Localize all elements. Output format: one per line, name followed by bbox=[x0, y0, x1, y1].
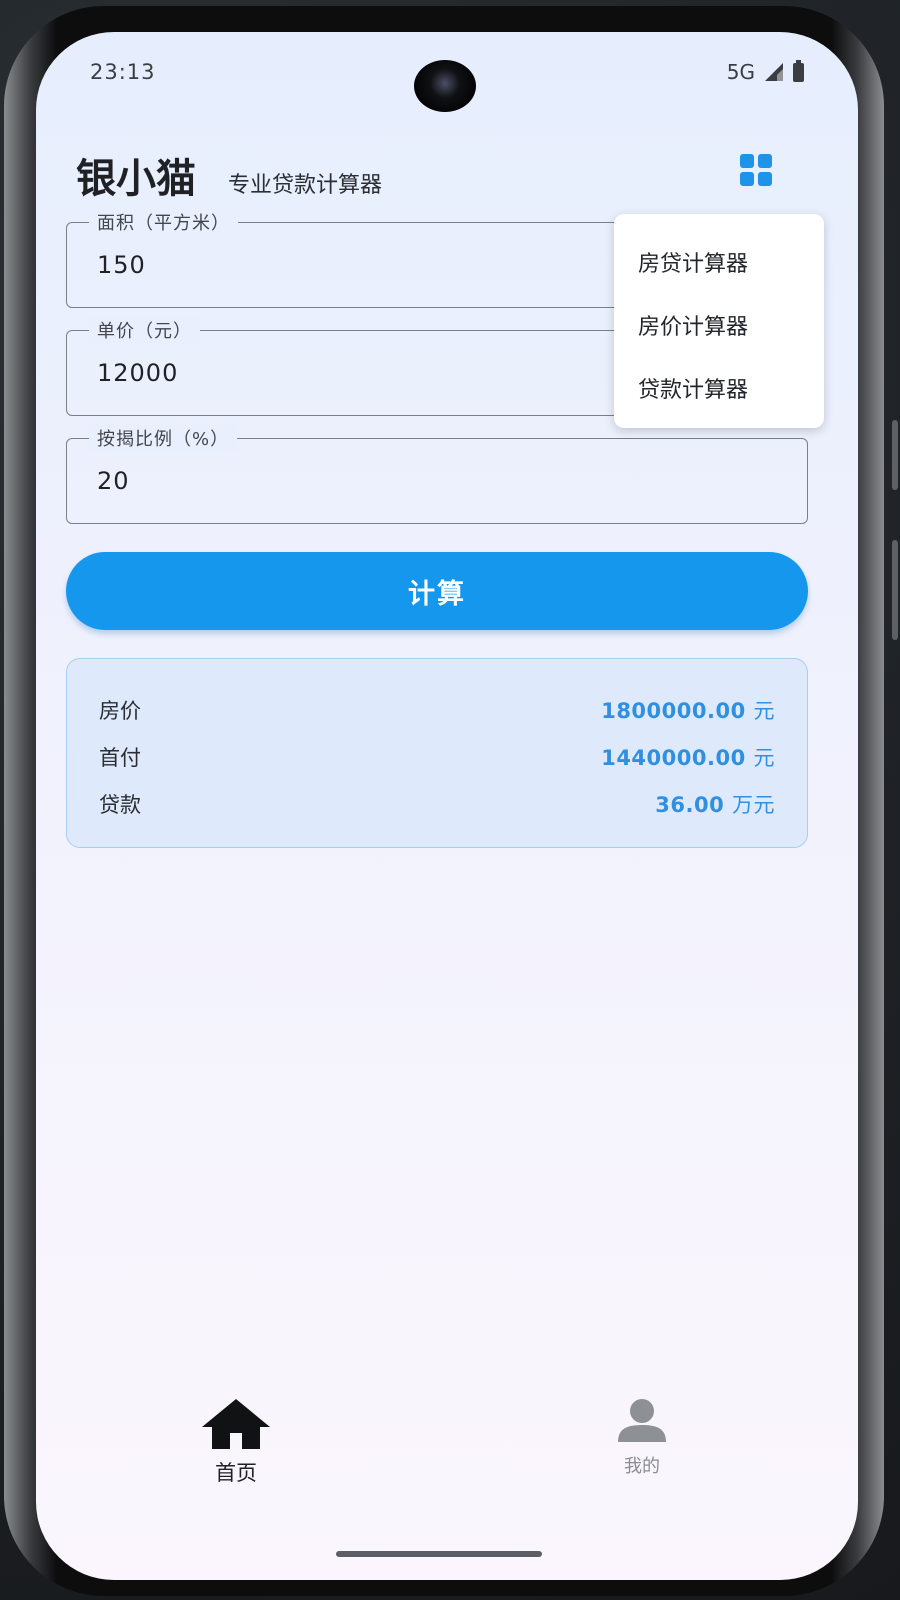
area-label: 面积（平方米） bbox=[89, 209, 238, 235]
grid-cell bbox=[740, 154, 754, 168]
app-title: 银小猫 bbox=[76, 156, 196, 202]
result-label: 贷款 bbox=[99, 793, 141, 817]
status-indicators: 5G bbox=[726, 59, 804, 84]
result-value: 1440000.00 元 bbox=[601, 746, 775, 770]
mortgage-ratio-input[interactable] bbox=[97, 467, 597, 495]
grid-cell bbox=[758, 172, 772, 186]
area-input[interactable] bbox=[97, 251, 597, 279]
calculator-menu: 房贷计算器 房价计算器 贷款计算器 bbox=[614, 214, 824, 428]
nav-home[interactable]: 首页 bbox=[196, 1397, 276, 1487]
menu-item-loan-calculator[interactable]: 贷款计算器 bbox=[638, 372, 748, 404]
menu-item-house-price-calculator[interactable]: 房价计算器 bbox=[638, 309, 748, 341]
results-card: 房价 1800000.00 元 首付 1440000.00 元 贷款 36.00… bbox=[66, 658, 808, 848]
result-label: 首付 bbox=[99, 746, 141, 770]
front-camera bbox=[414, 60, 476, 112]
grid-cell bbox=[758, 154, 772, 168]
battery-icon bbox=[793, 59, 804, 82]
calculate-button[interactable]: 计算 bbox=[66, 552, 808, 630]
network-label: 5G bbox=[726, 60, 755, 84]
menu-item-mortgage-calculator[interactable]: 房贷计算器 bbox=[638, 246, 748, 278]
mortgage-ratio-field[interactable]: 按揭比例（%） bbox=[66, 425, 808, 524]
signal-icon bbox=[765, 63, 783, 81]
person-icon bbox=[618, 1399, 666, 1442]
mortgage-ratio-label: 按揭比例（%） bbox=[89, 425, 238, 451]
nav-me[interactable]: 我的 bbox=[602, 1398, 682, 1478]
device-frame: 23:13 5G 银小猫 专业贷款计算器 面积（平方米） 单价（元） bbox=[0, 0, 900, 1600]
volume-button bbox=[892, 420, 898, 490]
result-value: 36.00 万元 bbox=[655, 793, 775, 817]
unit-price-label: 单价（元） bbox=[89, 317, 200, 343]
grid-cell bbox=[740, 172, 754, 186]
result-row-down-payment: 首付 1440000.00 元 bbox=[99, 742, 775, 772]
unit-price-input[interactable] bbox=[97, 359, 597, 387]
power-button bbox=[892, 540, 898, 640]
home-icon bbox=[202, 1399, 270, 1449]
grid-icon[interactable] bbox=[736, 150, 776, 190]
app-screen: 23:13 5G 银小猫 专业贷款计算器 面积（平方米） 单价（元） bbox=[36, 32, 858, 1580]
result-row-loan: 贷款 36.00 万元 bbox=[99, 789, 775, 819]
result-row-house-price: 房价 1800000.00 元 bbox=[99, 695, 775, 725]
nav-home-label: 首页 bbox=[215, 1461, 257, 1485]
status-time: 23:13 bbox=[90, 60, 156, 84]
result-label: 房价 bbox=[99, 699, 141, 723]
result-value: 1800000.00 元 bbox=[601, 699, 775, 723]
nav-me-label: 我的 bbox=[624, 1456, 660, 1477]
app-subtitle: 专业贷款计算器 bbox=[228, 173, 383, 198]
home-indicator[interactable] bbox=[336, 1551, 542, 1557]
